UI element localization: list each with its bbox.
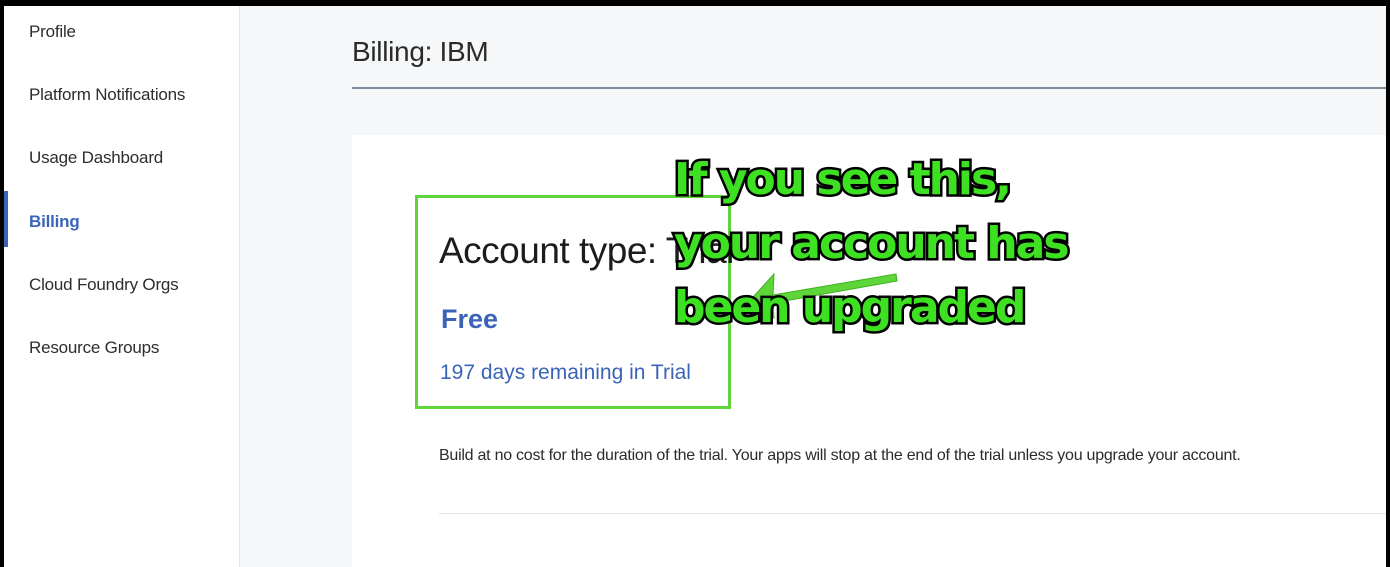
annotation-line: If you see this, (672, 152, 1015, 208)
app-window: Profile Platform Notifications Usage Das… (4, 6, 1386, 567)
annotation-callout: If you see this, your account has been u… (672, 148, 1094, 340)
annotation-line: been upgraded (672, 280, 1029, 336)
annotation-line: your account has (672, 216, 1073, 272)
